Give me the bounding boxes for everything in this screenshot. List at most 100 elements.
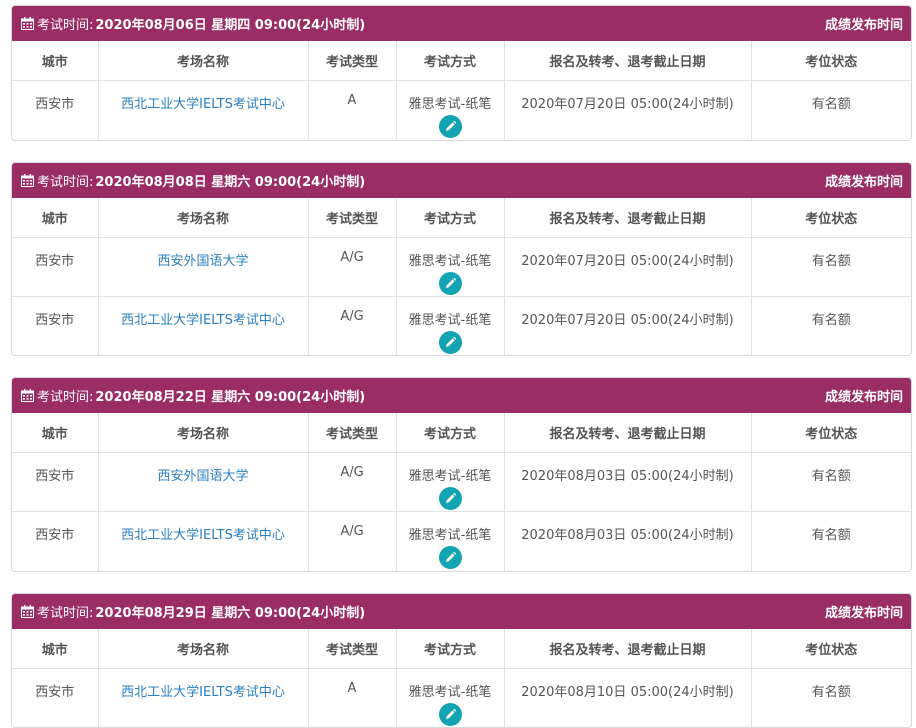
exam-date: 2020年08月08日 星期六 09:00(24小时制) <box>95 171 365 190</box>
city-cell: 西安市 <box>12 296 98 355</box>
session-header: 考试时间: 2020年08月22日 星期六 09:00(24小时制) 成绩发布时… <box>12 378 911 413</box>
edit-mode-button[interactable] <box>439 272 462 295</box>
score-release-time-link[interactable]: 成绩发布时间 <box>825 171 903 190</box>
col-header-type: 考试类型 <box>308 41 396 81</box>
deadline-cell: 2020年08月10日 05:00(24小时制) <box>504 668 751 727</box>
table-header-row: 城市 考场名称 考试类型 考试方式 报名及转考、退考截止日期 考位状态 <box>12 413 911 453</box>
type-cell: A/G <box>308 453 396 512</box>
status-cell: 有名额 <box>751 453 911 512</box>
status-cell: 有名额 <box>751 81 911 140</box>
col-header-deadline: 报名及转考、退考截止日期 <box>504 198 751 238</box>
city-cell: 西安市 <box>12 512 98 571</box>
col-header-type: 考试类型 <box>308 629 396 669</box>
table-row: 西安市 西安外国语大学 A/G 雅思考试-纸笔 2020年08月03日 05:0… <box>12 453 911 512</box>
edit-mode-button[interactable] <box>439 115 462 138</box>
exam-session-panel: 考试时间: 2020年08月08日 星期六 09:00(24小时制) 成绩发布时… <box>11 162 912 357</box>
venue-link[interactable]: 西北工业大学IELTS考试中心 <box>121 528 285 543</box>
col-header-city: 城市 <box>12 198 98 238</box>
score-release-time-link[interactable]: 成绩发布时间 <box>825 602 903 621</box>
table-row: 西安市 西北工业大学IELTS考试中心 A 雅思考试-纸笔 2020年07月20… <box>12 81 911 140</box>
mode-text: 雅思考试-纸笔 <box>398 93 503 112</box>
calendar-icon <box>21 174 34 187</box>
pencil-icon <box>444 708 457 721</box>
status-cell: 有名额 <box>751 668 911 727</box>
exam-time-label: 考试时间: <box>37 602 93 621</box>
col-header-status: 考位状态 <box>751 198 911 238</box>
calendar-icon <box>21 605 34 618</box>
calendar-icon <box>21 389 34 402</box>
col-header-mode: 考试方式 <box>396 629 504 669</box>
edit-mode-button[interactable] <box>439 487 462 510</box>
mode-text: 雅思考试-纸笔 <box>398 681 503 700</box>
col-header-venue: 考场名称 <box>98 413 308 453</box>
col-header-city: 城市 <box>12 629 98 669</box>
session-table: 城市 考场名称 考试类型 考试方式 报名及转考、退考截止日期 考位状态 西安市 … <box>12 413 911 571</box>
edit-mode-button[interactable] <box>439 331 462 354</box>
session-header: 考试时间: 2020年08月29日 星期六 09:00(24小时制) 成绩发布时… <box>12 594 911 629</box>
col-header-mode: 考试方式 <box>396 41 504 81</box>
type-cell: A <box>308 668 396 727</box>
pencil-icon <box>444 336 457 349</box>
deadline-cell: 2020年08月03日 05:00(24小时制) <box>504 453 751 512</box>
type-cell: A/G <box>308 237 396 296</box>
table-row: 西安市 西安外国语大学 A/G 雅思考试-纸笔 2020年07月20日 05:0… <box>12 237 911 296</box>
type-cell: A/G <box>308 296 396 355</box>
edit-mode-button[interactable] <box>439 703 462 726</box>
table-row: 西安市 西北工业大学IELTS考试中心 A/G 雅思考试-纸笔 2020年07月… <box>12 296 911 355</box>
col-header-city: 城市 <box>12 41 98 81</box>
col-header-status: 考位状态 <box>751 413 911 453</box>
pencil-icon <box>444 551 457 564</box>
col-header-type: 考试类型 <box>308 198 396 238</box>
exam-time-label: 考试时间: <box>37 386 93 405</box>
col-header-mode: 考试方式 <box>396 413 504 453</box>
pencil-icon <box>444 492 457 505</box>
col-header-deadline: 报名及转考、退考截止日期 <box>504 629 751 669</box>
exam-schedule-list: 考试时间: 2020年08月06日 星期四 09:00(24小时制) 成绩发布时… <box>0 0 916 728</box>
session-header: 考试时间: 2020年08月08日 星期六 09:00(24小时制) 成绩发布时… <box>12 163 911 198</box>
table-header-row: 城市 考场名称 考试类型 考试方式 报名及转考、退考截止日期 考位状态 <box>12 629 911 669</box>
session-table: 城市 考场名称 考试类型 考试方式 报名及转考、退考截止日期 考位状态 西安市 … <box>12 629 911 728</box>
exam-time-label: 考试时间: <box>37 171 93 190</box>
exam-session-panel: 考试时间: 2020年08月22日 星期六 09:00(24小时制) 成绩发布时… <box>11 377 912 572</box>
city-cell: 西安市 <box>12 668 98 727</box>
exam-session-panel: 考试时间: 2020年08月29日 星期六 09:00(24小时制) 成绩发布时… <box>11 593 912 728</box>
exam-session-panel: 考试时间: 2020年08月06日 星期四 09:00(24小时制) 成绩发布时… <box>11 5 912 141</box>
col-header-venue: 考场名称 <box>98 198 308 238</box>
col-header-status: 考位状态 <box>751 629 911 669</box>
status-cell: 有名额 <box>751 296 911 355</box>
session-header: 考试时间: 2020年08月06日 星期四 09:00(24小时制) 成绩发布时… <box>12 6 911 41</box>
type-cell: A <box>308 81 396 140</box>
col-header-mode: 考试方式 <box>396 198 504 238</box>
col-header-city: 城市 <box>12 413 98 453</box>
score-release-time-link[interactable]: 成绩发布时间 <box>825 14 903 33</box>
status-cell: 有名额 <box>751 237 911 296</box>
edit-mode-button[interactable] <box>439 546 462 569</box>
session-table: 城市 考场名称 考试类型 考试方式 报名及转考、退考截止日期 考位状态 西安市 … <box>12 41 911 140</box>
session-table: 城市 考场名称 考试类型 考试方式 报名及转考、退考截止日期 考位状态 西安市 … <box>12 198 911 356</box>
exam-time-label: 考试时间: <box>37 14 93 33</box>
mode-text: 雅思考试-纸笔 <box>398 250 503 269</box>
type-cell: A/G <box>308 512 396 571</box>
col-header-deadline: 报名及转考、退考截止日期 <box>504 413 751 453</box>
pencil-icon <box>444 120 457 133</box>
table-header-row: 城市 考场名称 考试类型 考试方式 报名及转考、退考截止日期 考位状态 <box>12 198 911 238</box>
score-release-time-link[interactable]: 成绩发布时间 <box>825 386 903 405</box>
exam-date: 2020年08月29日 星期六 09:00(24小时制) <box>95 602 365 621</box>
venue-link[interactable]: 西安外国语大学 <box>157 469 248 484</box>
exam-date: 2020年08月22日 星期六 09:00(24小时制) <box>95 386 365 405</box>
venue-link[interactable]: 西北工业大学IELTS考试中心 <box>121 313 285 328</box>
table-row: 西安市 西北工业大学IELTS考试中心 A 雅思考试-纸笔 2020年08月10… <box>12 668 911 727</box>
exam-date: 2020年08月06日 星期四 09:00(24小时制) <box>95 14 365 33</box>
deadline-cell: 2020年07月20日 05:00(24小时制) <box>504 296 751 355</box>
venue-link[interactable]: 西北工业大学IELTS考试中心 <box>121 97 285 112</box>
venue-link[interactable]: 西安外国语大学 <box>157 254 248 269</box>
col-header-venue: 考场名称 <box>98 41 308 81</box>
city-cell: 西安市 <box>12 81 98 140</box>
col-header-status: 考位状态 <box>751 41 911 81</box>
pencil-icon <box>444 277 457 290</box>
col-header-type: 考试类型 <box>308 413 396 453</box>
deadline-cell: 2020年08月03日 05:00(24小时制) <box>504 512 751 571</box>
deadline-cell: 2020年07月20日 05:00(24小时制) <box>504 237 751 296</box>
table-row: 西安市 西北工业大学IELTS考试中心 A/G 雅思考试-纸笔 2020年08月… <box>12 512 911 571</box>
venue-link[interactable]: 西北工业大学IELTS考试中心 <box>121 685 285 700</box>
